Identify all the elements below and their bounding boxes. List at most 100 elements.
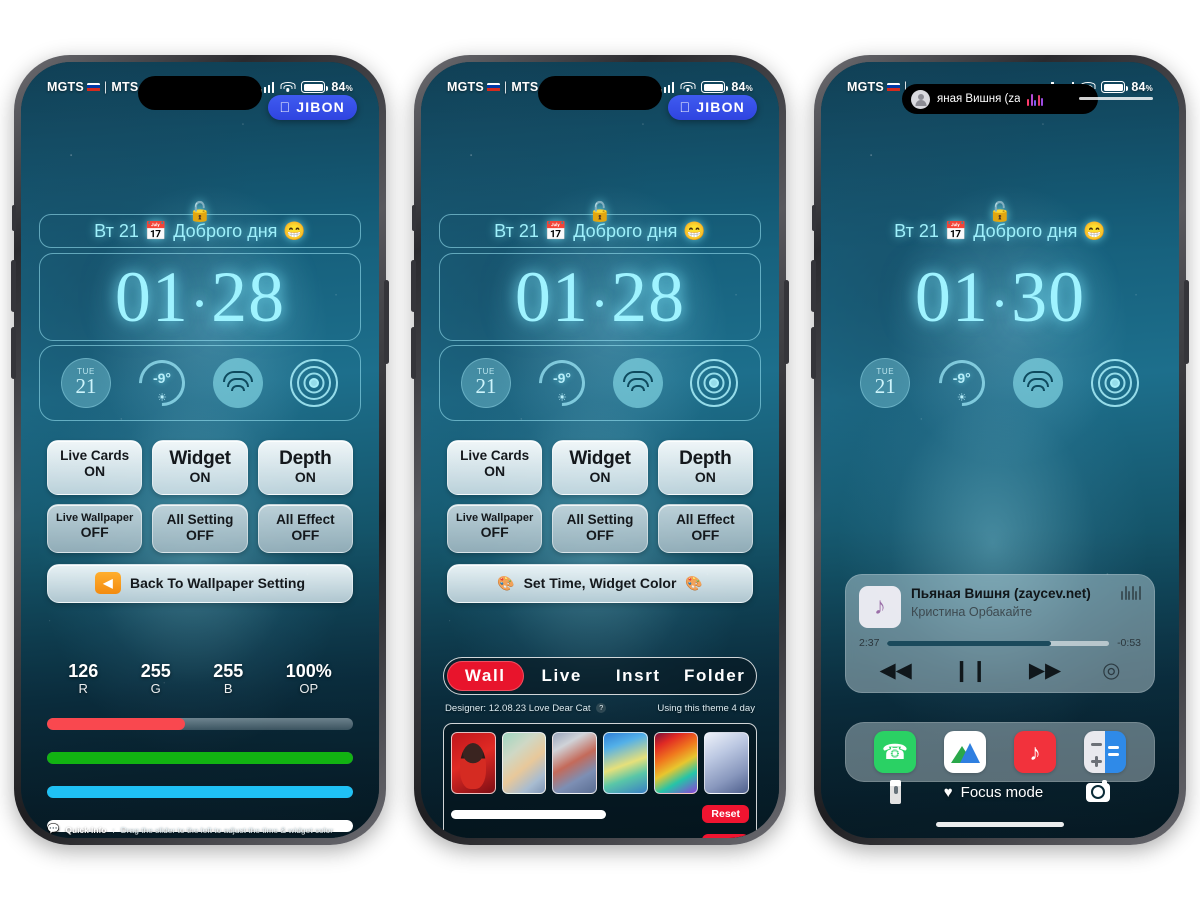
tab-wall[interactable]: Wall	[447, 661, 524, 691]
power-button[interactable]	[384, 280, 389, 364]
volume-up-button[interactable]	[411, 260, 416, 312]
widget-weather[interactable]: -9° ☀	[929, 350, 995, 416]
dynamic-island-now-playing[interactable]: яная Вишня (zа	[902, 84, 1098, 114]
widget-weather[interactable]: -9° ☀	[529, 350, 595, 416]
reset-button-1[interactable]: Reset	[702, 805, 749, 823]
player-visualizer-icon	[1121, 586, 1141, 600]
phone-app-icon[interactable]: ☎	[874, 731, 916, 773]
widget-calendar[interactable]: TUE 21	[860, 358, 911, 408]
wallpaper-thumb-6[interactable]	[704, 732, 750, 794]
progress-slider[interactable]	[887, 640, 1110, 646]
volume-down-button[interactable]	[11, 327, 16, 379]
flashlight-icon[interactable]	[890, 780, 902, 804]
tab-insrt[interactable]: Insrt	[600, 661, 677, 691]
toggle-live-cards[interactable]: Live Cards ON	[47, 440, 143, 495]
battery-percent: 84%	[731, 80, 753, 94]
toggle-all-setting[interactable]: All Setting OFF	[152, 503, 248, 553]
toggle-live-wallpaper[interactable]: Live Wallpaper OFF	[447, 503, 543, 553]
volume-up-button[interactable]	[11, 260, 16, 312]
control-row-2: Live Wallpaper OFF All Setting OFF All E…	[47, 503, 353, 553]
track-artist: Кристина Орбакайте	[911, 604, 1033, 619]
volume-down-button[interactable]	[411, 327, 416, 379]
wallpaper-thumb-5[interactable]	[653, 732, 699, 794]
wallpaper-thumb-2[interactable]	[501, 732, 547, 794]
theme-usage-text: Using this theme 4 day	[657, 703, 755, 714]
power-button[interactable]	[1184, 280, 1189, 364]
toggle-all-effect[interactable]: All Effect OFF	[257, 503, 353, 553]
carrier-separator: |	[103, 80, 108, 94]
power-button[interactable]	[784, 280, 789, 364]
island-accessory-line	[1079, 97, 1153, 100]
gallery-slider-1[interactable]	[451, 809, 606, 819]
jibon-badge[interactable]:  JIBON	[267, 95, 357, 120]
widget-calendar[interactable]: TUE 21	[461, 358, 511, 408]
toggle-all-effect[interactable]: All Effect OFF	[657, 503, 753, 553]
contact-avatar-icon	[911, 89, 930, 109]
clock-widget[interactable]: 01·30	[839, 253, 1161, 341]
clock-widget[interactable]: 01·28	[39, 253, 361, 341]
toggle-depth[interactable]: Depth ON	[657, 440, 753, 495]
padlock-icon: 🔓	[188, 202, 212, 223]
tab-folder[interactable]: Folder	[677, 661, 754, 691]
wallpaper-thumb-4[interactable]	[603, 732, 648, 794]
toggle-widget[interactable]: Widget ON	[552, 440, 648, 495]
silence-switch[interactable]	[412, 205, 416, 231]
dynamic-island-notch	[138, 76, 262, 110]
toggle-live-wallpaper[interactable]: Live Wallpaper OFF	[47, 503, 143, 553]
slider-blue[interactable]	[47, 785, 353, 798]
slider-green[interactable]	[47, 751, 353, 764]
clock-widget[interactable]: 01·28	[439, 253, 761, 341]
calendar-emoji-icon: 📅	[544, 220, 568, 241]
wallpaper-gallery: Reset Reset	[443, 723, 757, 838]
russia-flag-icon	[886, 82, 900, 92]
carrier-primary: MGTS	[47, 80, 84, 94]
focus-mode-indicator[interactable]: ♥ Focus mode	[944, 784, 1043, 801]
designer-info: Designer: 12.08.23 Love Dear Cat ?	[445, 703, 607, 714]
date-text: Вт 21	[894, 220, 939, 241]
widget-calendar[interactable]: TUE 21	[61, 358, 111, 408]
slider-red[interactable]	[47, 717, 353, 730]
pause-button[interactable]: ❙❙	[953, 658, 988, 683]
toggle-widget[interactable]: Widget ON	[152, 440, 248, 495]
volume-up-button[interactable]	[811, 260, 816, 312]
wallpaper-thumb-3[interactable]	[552, 732, 598, 794]
wallpaper-thumb-1[interactable]	[451, 732, 496, 794]
silence-switch[interactable]	[812, 205, 816, 231]
widget-spotify[interactable]	[1013, 358, 1064, 408]
widget-spotify[interactable]	[213, 358, 263, 408]
tab-live[interactable]: Live	[524, 661, 601, 691]
reset-button-2[interactable]: Reset	[702, 834, 749, 838]
widget-weather[interactable]: -9° ☀	[129, 350, 195, 416]
phone-2: MGTS | MTS 84%  JIBON �	[411, 55, 789, 845]
back-to-wallpaper-setting-button[interactable]: ◀ Back To Wallpaper Setting	[47, 563, 353, 603]
jibon-badge[interactable]:  JIBON	[667, 95, 757, 120]
widget-activity-rings[interactable]	[1090, 358, 1140, 408]
toggle-live-cards[interactable]: Live Cards ON	[447, 440, 543, 495]
calculator-app-icon[interactable]	[1084, 731, 1126, 773]
help-icon[interactable]: ?	[596, 703, 607, 714]
dynamic-island-notch	[538, 76, 662, 110]
previous-track-button[interactable]: ◀◀	[879, 658, 911, 683]
music-app-icon[interactable]: ♪	[1014, 731, 1056, 773]
toggle-depth[interactable]: Depth ON	[257, 440, 353, 495]
progress-row: 2:37 -0:53	[859, 637, 1141, 649]
camera-icon[interactable]	[1085, 780, 1110, 802]
toggle-all-setting[interactable]: All Setting OFF	[552, 503, 648, 553]
album-art[interactable]: ♪	[859, 586, 901, 628]
airplay-icon[interactable]: ◎	[1102, 658, 1120, 683]
greeting-emoji-icon: 😁	[283, 220, 306, 241]
set-time-widget-color-button[interactable]: 🎨 Set Time, Widget Color 🎨	[447, 563, 753, 603]
weather-temp: -9°	[152, 370, 172, 386]
widget-activity-rings[interactable]	[289, 358, 339, 408]
silence-switch[interactable]	[12, 205, 16, 231]
next-track-button[interactable]: ▶▶	[1029, 658, 1061, 683]
player-header: ♪ Пьяная Вишня (zaycev.net) Кристина Орб…	[859, 586, 1141, 628]
home-indicator[interactable]	[936, 822, 1064, 827]
gallery-slider-row-2: Reset	[451, 834, 749, 838]
volume-down-button[interactable]	[811, 327, 816, 379]
widget-activity-rings[interactable]	[689, 358, 739, 408]
widget-spotify[interactable]	[613, 358, 663, 408]
control-panel: Live Cards ON Widget ON Depth ON Live Wa…	[447, 440, 753, 603]
photos-app-icon[interactable]	[944, 731, 986, 773]
phone-3: MGTS | 84% яная Вишня (zа 🔓 Вт 21 📅 Добр…	[811, 55, 1189, 845]
